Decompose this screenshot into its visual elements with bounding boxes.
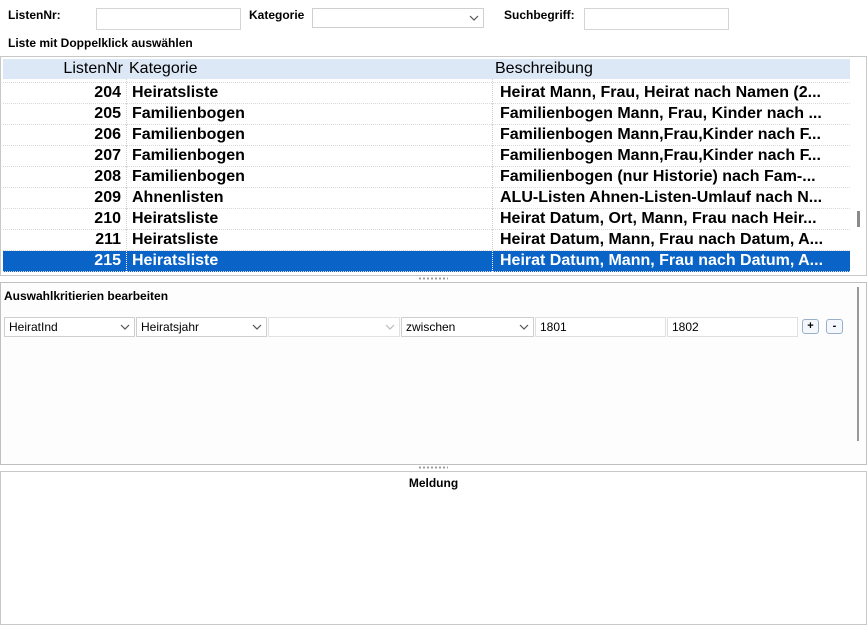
listnr-label: ListenNr:	[8, 8, 61, 22]
listnr-input[interactable]	[96, 8, 241, 30]
suchbegriff-input[interactable]	[584, 8, 729, 30]
cell-beschreibung: Heirat Datum, Mann, Frau nach Datum, A..…	[500, 231, 824, 248]
cell-kategorie: Heiratsliste	[132, 231, 219, 248]
cell-listennr: 215	[94, 252, 121, 269]
criteria-operator-value: zwischen	[406, 320, 456, 334]
cell-beschreibung: Heirat Datum, Mann, Frau nach Datum, A..…	[500, 252, 824, 269]
cell-listennr: 206	[94, 126, 121, 143]
suchbegriff-label: Suchbegriff:	[504, 8, 575, 22]
column-header-beschreibung[interactable]: Beschreibung	[495, 60, 593, 78]
splitter-grip-top[interactable]	[418, 277, 448, 280]
table-scrollbar[interactable]	[857, 211, 860, 227]
table-row[interactable]: 208 Familienbogen Familienbogen (nur Histo…	[3, 167, 850, 188]
table-row[interactable]: 207 Familienbogen Familienbogen Mann,Frau,…	[3, 146, 850, 167]
table-row[interactable]: 215 Heiratsliste Heirat Datum, Mann, Frau …	[3, 251, 850, 272]
chevron-down-icon	[120, 322, 130, 332]
table-row[interactable]: 204 Heiratsliste Heirat Mann, Frau, Heirat…	[3, 83, 850, 104]
criteria-modifier-select[interactable]	[268, 317, 400, 337]
cell-beschreibung: ALU-Listen Ahnen-Listen-Umlauf nach N...	[500, 189, 823, 206]
table-row[interactable]: 211 Heiratsliste Heirat Datum, Mann, Frau …	[3, 230, 850, 251]
cell-listennr: 211	[95, 231, 121, 248]
chevron-down-icon	[519, 322, 529, 332]
remove-criterion-button[interactable]: -	[826, 319, 843, 334]
table-header: ListenNr Kategorie Beschreibung	[3, 59, 850, 79]
cell-kategorie: Heiratsliste	[132, 210, 219, 227]
criteria-attribute-value: Heiratsjahr	[141, 320, 200, 334]
criteria-value-from-input[interactable]: 1801	[535, 317, 666, 337]
criteria-value-to-input[interactable]: 1802	[667, 317, 798, 337]
chevron-down-icon	[385, 322, 395, 332]
cell-kategorie: Heiratsliste	[132, 84, 219, 101]
cell-kategorie: Familienbogen	[132, 147, 245, 164]
chevron-down-icon	[469, 13, 479, 23]
column-header-listennr[interactable]: ListenNr	[3, 60, 123, 78]
cell-listennr: 208	[94, 168, 121, 185]
kategorie-select[interactable]	[312, 8, 484, 28]
kategorie-label: Kategorie	[249, 8, 305, 22]
cell-beschreibung: Familienbogen Mann,Frau,Kinder nach F...	[500, 147, 821, 164]
add-criterion-button[interactable]: +	[802, 319, 819, 334]
cell-kategorie: Familienbogen	[132, 126, 245, 143]
criteria-operator-select[interactable]: zwischen	[401, 317, 534, 337]
cell-listennr: 204	[94, 84, 121, 101]
cell-listennr: 207	[94, 147, 121, 164]
table-row[interactable]: 205 Familienbogen Familienbogen Mann, Frau…	[3, 104, 850, 125]
cell-beschreibung: Familienbogen Mann, Frau, Kinder nach ..…	[500, 105, 822, 122]
column-header-kategorie[interactable]: Kategorie	[129, 60, 198, 78]
cell-beschreibung: Familienbogen Mann,Frau,Kinder nach F...	[500, 126, 821, 143]
list-table[interactable]: ListenNr Kategorie Beschreibung 204 Heira…	[0, 56, 867, 276]
criteria-attribute-select[interactable]: Heiratsjahr	[136, 317, 267, 337]
cell-listennr: 205	[94, 105, 121, 122]
cell-listennr: 209	[94, 189, 121, 206]
criteria-panel: Auswahlkritierien bearbeiten HeiratInd H…	[0, 282, 867, 465]
chevron-down-icon	[252, 322, 262, 332]
splitter-grip-bottom[interactable]	[418, 466, 448, 469]
cell-beschreibung: Heirat Mann, Frau, Heirat nach Namen (2.…	[500, 84, 821, 101]
table-row[interactable]: 209 Ahnenlisten ALU-Listen Ahnen-Listen-Um…	[3, 188, 850, 209]
criteria-scrollbar[interactable]	[857, 287, 859, 441]
cell-beschreibung: Familienbogen (nur Historie) nach Fam-..…	[500, 168, 816, 185]
cell-kategorie: Ahnenlisten	[132, 189, 224, 206]
table-row[interactable]: 210 Heiratsliste Heirat Datum, Ort, Mann, …	[3, 209, 850, 230]
criteria-title: Auswahlkritierien bearbeiten	[4, 289, 169, 303]
cell-kategorie: Familienbogen	[132, 105, 245, 122]
hint-text: Liste mit Doppelklick auswählen	[8, 36, 193, 50]
criteria-field-select[interactable]: HeiratInd	[4, 317, 135, 337]
criteria-field-value: HeiratInd	[9, 320, 58, 334]
cell-beschreibung: Heirat Datum, Ort, Mann, Frau nach Heir.…	[500, 210, 817, 227]
cell-listennr: 210	[94, 210, 121, 227]
table-row[interactable]: 206 Familienbogen Familienbogen Mann,Frau,…	[3, 125, 850, 146]
cell-kategorie: Heiratsliste	[132, 252, 219, 269]
message-panel: Meldung	[0, 471, 867, 625]
cell-kategorie: Familienbogen	[132, 168, 245, 185]
message-title: Meldung	[408, 476, 459, 490]
